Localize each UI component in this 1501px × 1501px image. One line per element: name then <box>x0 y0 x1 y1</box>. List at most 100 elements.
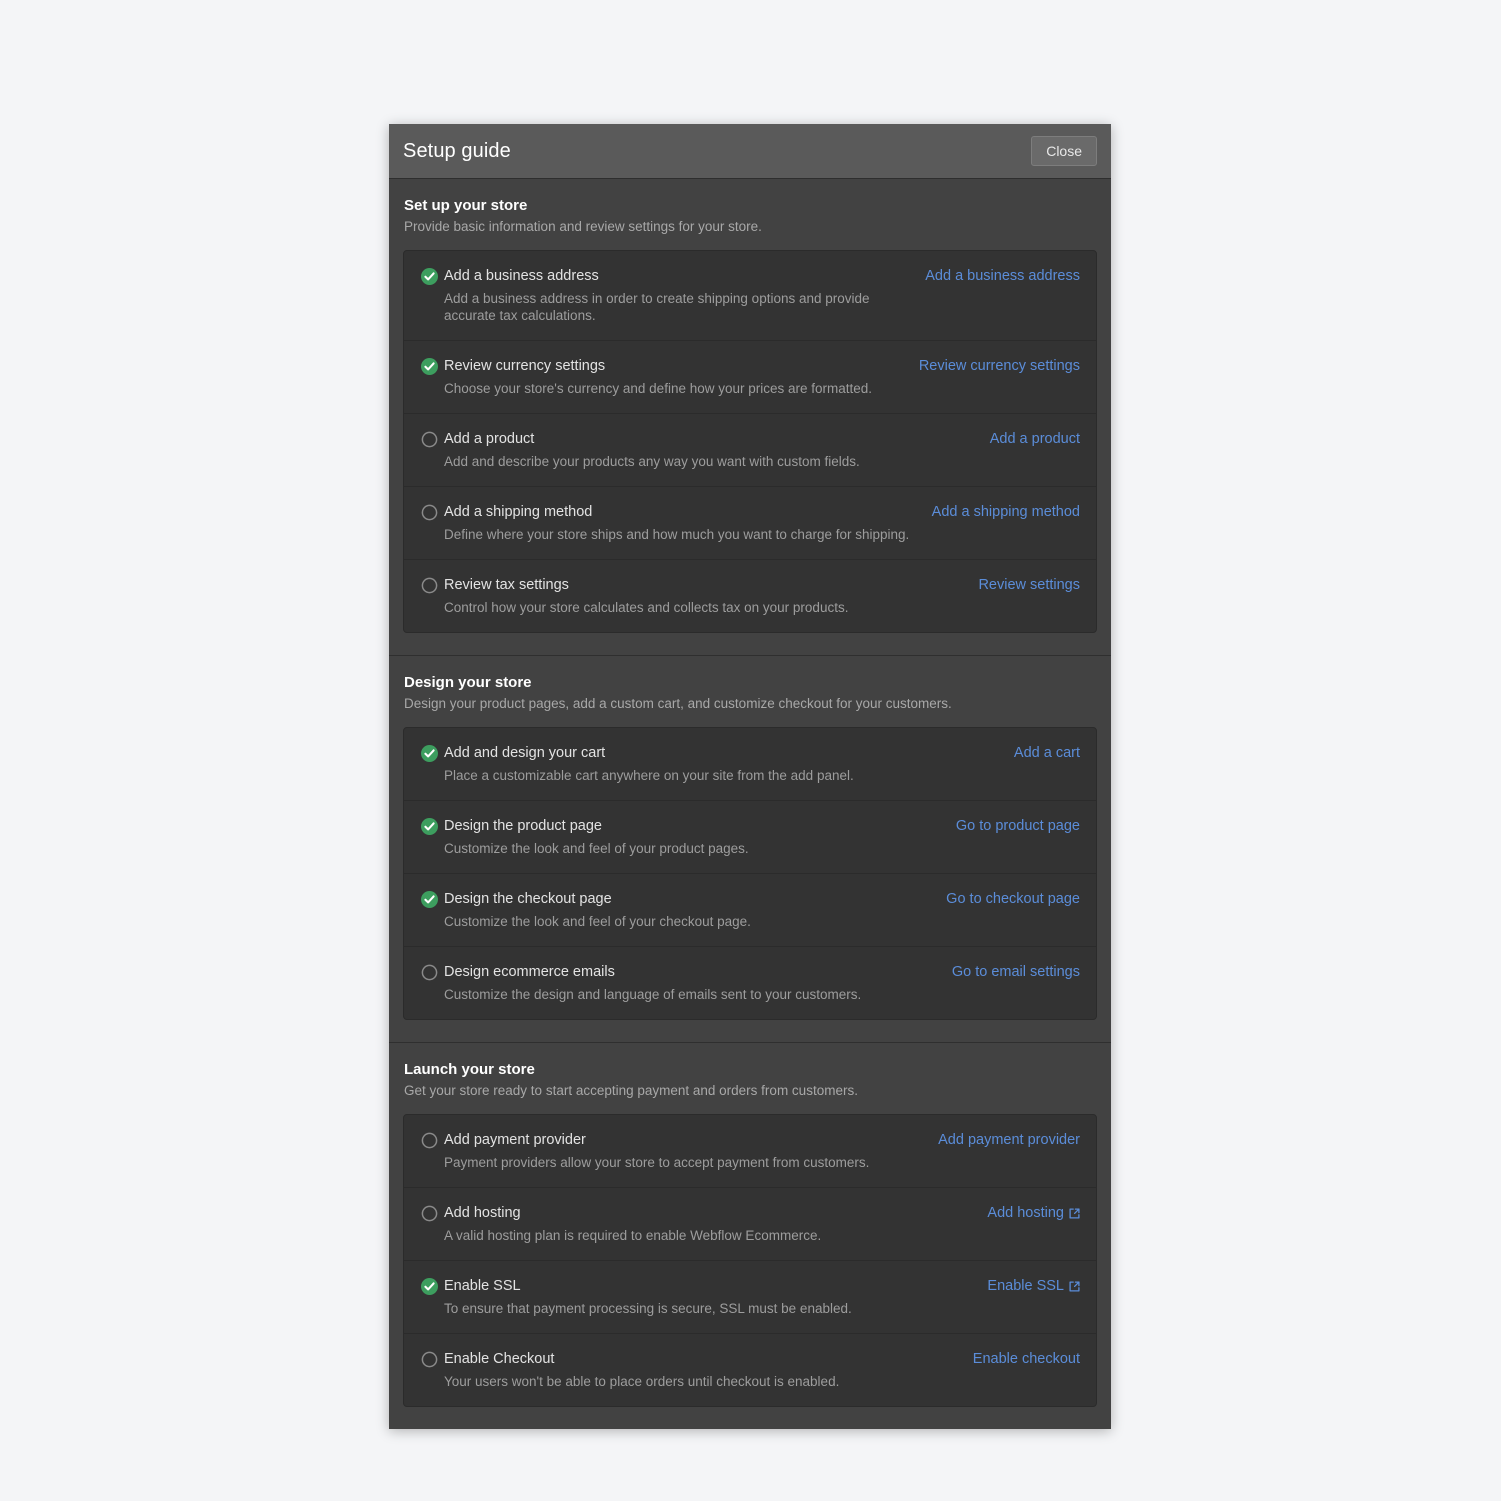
checklist-row: Design the checkout page Customize the lo… <box>404 873 1096 946</box>
close-button[interactable]: Close <box>1031 136 1097 166</box>
row-description: Payment providers allow your store to ac… <box>444 1155 870 1170</box>
empty-circle-icon <box>421 1132 438 1149</box>
row-action-link[interactable]: Add a shipping method <box>932 503 1080 521</box>
check-circle-icon <box>421 745 438 762</box>
row-body: Add payment provider Payment providers al… <box>444 1131 930 1171</box>
row-action-label: Enable SSL <box>987 1278 1064 1294</box>
checklist-row: Add a shipping method Define where your s… <box>404 486 1096 559</box>
row-status-icon <box>421 577 438 594</box>
row-body: Add a shipping method Define where your s… <box>444 503 930 543</box>
check-circle-icon <box>421 358 438 375</box>
row-status-icon <box>421 964 438 981</box>
row-description: Add and describe your products any way y… <box>444 454 860 469</box>
checklist-row: Enable SSL To ensure that payment process… <box>404 1260 1096 1333</box>
row-description: Define where your store ships and how mu… <box>444 527 910 542</box>
check-circle-icon <box>421 1278 438 1295</box>
checklist-row: Add a product Add and describe your produ… <box>404 413 1096 486</box>
row-body: Review currency settings Choose your stor… <box>444 357 919 397</box>
row-title: Add and design your cart <box>444 745 606 761</box>
empty-circle-icon <box>421 1351 438 1368</box>
check-circle-icon <box>421 268 438 285</box>
row-description: A valid hosting plan is required to enab… <box>444 1228 822 1243</box>
row-description: Place a customizable cart anywhere on yo… <box>444 768 854 783</box>
section-title: Set up your store <box>404 197 528 214</box>
checklist-row: Add hosting A valid hosting plan is requi… <box>404 1187 1096 1260</box>
row-action-link[interactable]: Add hosting <box>987 1204 1080 1222</box>
row-action-link[interactable]: Review currency settings <box>919 357 1080 375</box>
row-body: Add and design your cart Place a customiz… <box>444 744 930 784</box>
row-body: Add a product Add and describe your produ… <box>444 430 930 470</box>
checklist-card: Add a business address Add a business add… <box>403 250 1097 633</box>
row-action-label: Review currency settings <box>918 358 1080 374</box>
row-status-icon <box>421 431 438 448</box>
checklist-card: Add and design your cart Place a customiz… <box>403 727 1097 1020</box>
section-subtitle: Provide basic information and review set… <box>404 219 762 234</box>
checklist-row: Add payment provider Payment providers al… <box>404 1115 1096 1187</box>
row-status-icon <box>421 1205 438 1222</box>
check-circle-icon <box>421 818 438 835</box>
row-action-link[interactable]: Review settings <box>978 576 1080 594</box>
row-title: Add a business address <box>444 268 599 284</box>
empty-circle-icon <box>421 577 438 594</box>
empty-circle-icon <box>421 504 438 521</box>
row-title: Review currency settings <box>444 358 606 374</box>
row-description: Your users won't be able to place orders… <box>444 1374 840 1389</box>
row-body: Design the checkout page Customize the lo… <box>444 890 930 930</box>
row-status-icon <box>421 818 438 835</box>
row-title: Add hosting <box>444 1205 521 1221</box>
checklist-row: Enable Checkout Your users won't be able … <box>404 1333 1096 1406</box>
row-action-label: Review settings <box>978 577 1080 593</box>
row-action-link[interactable]: Go to product page <box>956 817 1080 835</box>
sections-container: Set up your store Provide basic informati… <box>389 179 1111 1429</box>
row-action-link[interactable]: Add payment provider <box>938 1131 1080 1149</box>
row-action-label: Add a cart <box>1013 745 1080 761</box>
row-status-icon <box>421 268 438 285</box>
row-action-label: Add payment provider <box>938 1132 1080 1148</box>
check-circle-icon <box>421 891 438 908</box>
row-status-icon <box>421 358 438 375</box>
row-title: Enable SSL <box>444 1278 521 1294</box>
row-description: Customize the look and feel of your prod… <box>444 841 749 856</box>
row-action-link[interactable]: Add a cart <box>1014 744 1080 762</box>
row-action-link[interactable]: Go to email settings <box>952 963 1080 981</box>
section-subtitle: Get your store ready to start accepting … <box>404 1083 858 1098</box>
row-body: Enable Checkout Your users won't be able … <box>444 1350 930 1390</box>
row-description: Choose your store's currency and define … <box>444 381 873 396</box>
row-description: Customize the look and feel of your chec… <box>444 914 751 929</box>
checklist-card: Add payment provider Payment providers al… <box>403 1114 1097 1407</box>
row-body: Design the product page Customize the loo… <box>444 817 930 857</box>
row-description: Add a business address in order to creat… <box>444 291 870 323</box>
row-action-label: Add a shipping method <box>931 504 1080 520</box>
checklist-row: Add a business address Add a business add… <box>404 251 1096 340</box>
checklist-row: Review currency settings Choose your stor… <box>404 340 1096 413</box>
section-1: Set up your store Provide basic informati… <box>389 179 1111 656</box>
empty-circle-icon <box>421 964 438 981</box>
empty-circle-icon <box>421 431 438 448</box>
row-title: Add a shipping method <box>444 504 593 520</box>
external-link-icon <box>1069 1280 1080 1292</box>
row-action-link[interactable]: Add a product <box>990 430 1080 448</box>
checklist-row: Review tax settings Control how your stor… <box>404 559 1096 632</box>
section-subtitle: Design your product pages, add a custom … <box>404 696 952 711</box>
checklist-row: Design the product page Customize the loo… <box>404 800 1096 873</box>
row-body: Add hosting A valid hosting plan is requi… <box>444 1204 930 1244</box>
row-body: Review tax settings Control how your stor… <box>444 576 930 616</box>
row-status-icon <box>421 891 438 908</box>
row-action-label: Go to email settings <box>951 964 1080 980</box>
row-title: Add a product <box>444 431 535 447</box>
row-action-link[interactable]: Go to checkout page <box>946 890 1080 908</box>
row-title: Design the product page <box>444 818 602 834</box>
setup-guide-modal: Setup guide Close Set up your store Provi… <box>389 124 1111 1429</box>
section-3: Launch your store Get your store ready to… <box>389 1043 1111 1429</box>
row-action-link[interactable]: Enable SSL <box>987 1277 1080 1295</box>
row-body: Enable SSL To ensure that payment process… <box>444 1277 930 1317</box>
row-action-link[interactable]: Enable checkout <box>973 1350 1080 1368</box>
page-title: Setup guide <box>403 139 511 162</box>
row-status-icon <box>421 504 438 521</box>
checklist-row: Design ecommerce emails Customize the des… <box>404 946 1096 1019</box>
section-2: Design your store Design your product pag… <box>389 656 1111 1043</box>
row-action-label: Add a product <box>989 431 1080 447</box>
external-link-icon <box>1069 1207 1080 1219</box>
row-action-label: Go to checkout page <box>946 891 1080 907</box>
row-action-link[interactable]: Add a business address <box>925 267 1080 285</box>
